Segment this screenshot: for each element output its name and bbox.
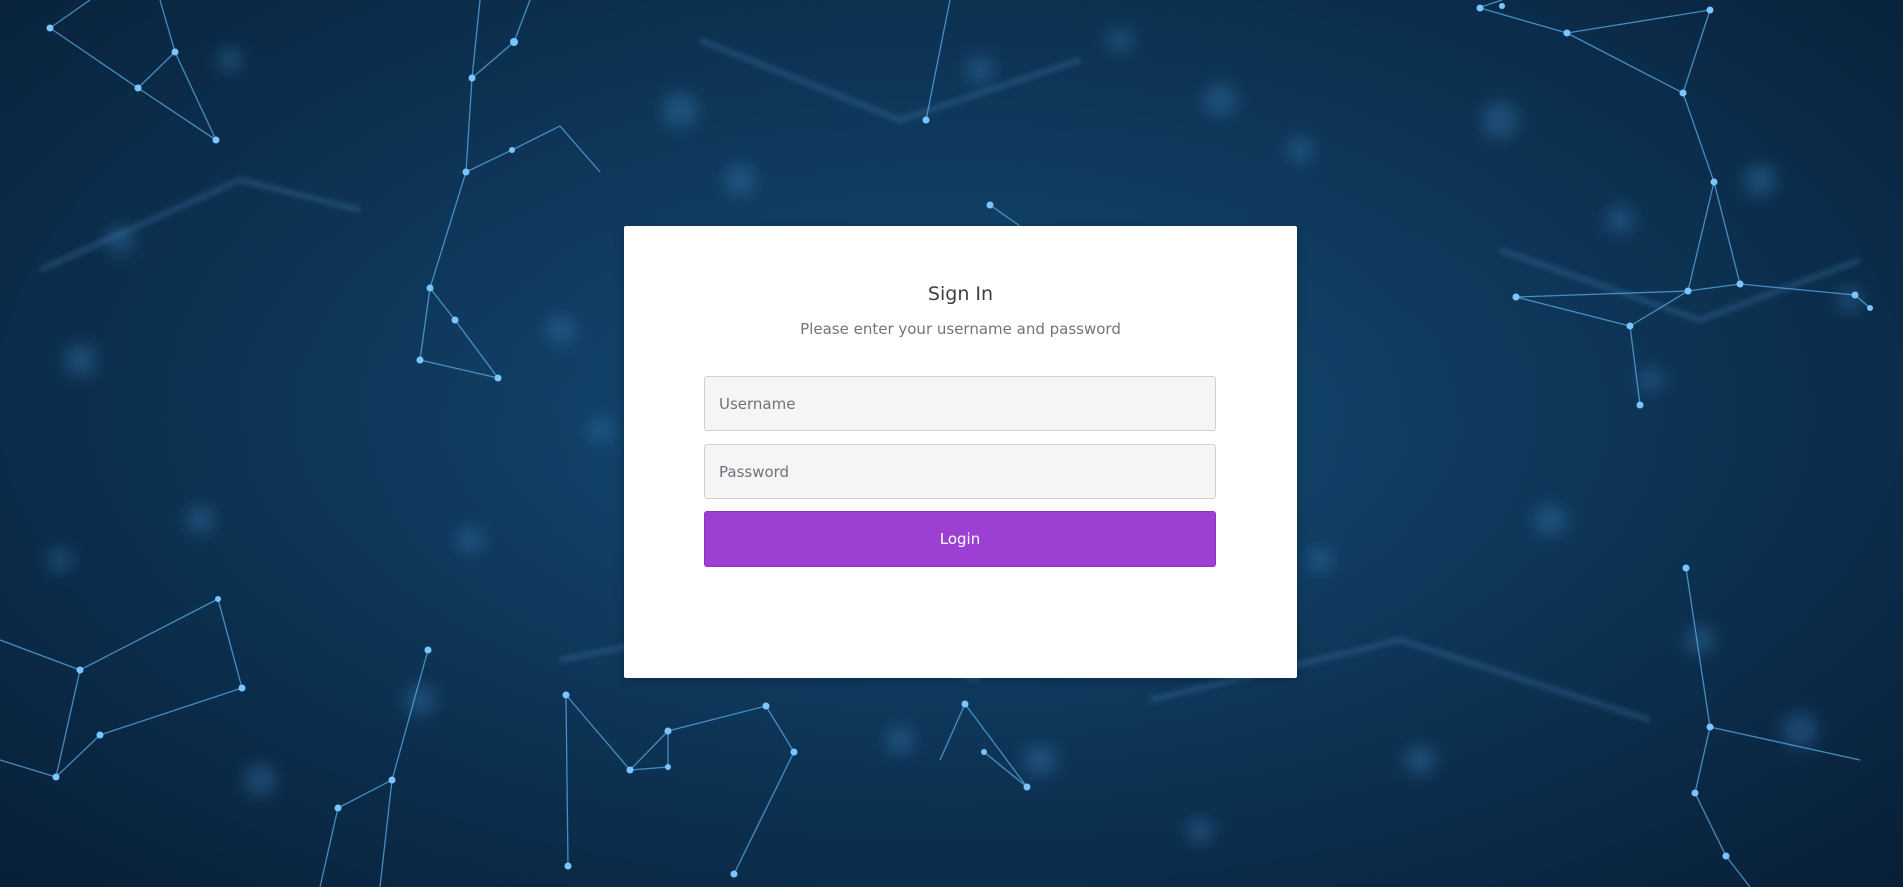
sign-in-subtitle: Please enter your username and password (800, 320, 1121, 338)
username-input[interactable] (704, 376, 1216, 431)
login-button[interactable]: Login (704, 511, 1216, 567)
sign-in-title: Sign In (927, 283, 994, 305)
password-input[interactable] (704, 444, 1216, 499)
sign-in-card: Sign In Please enter your username and p… (624, 226, 1297, 678)
